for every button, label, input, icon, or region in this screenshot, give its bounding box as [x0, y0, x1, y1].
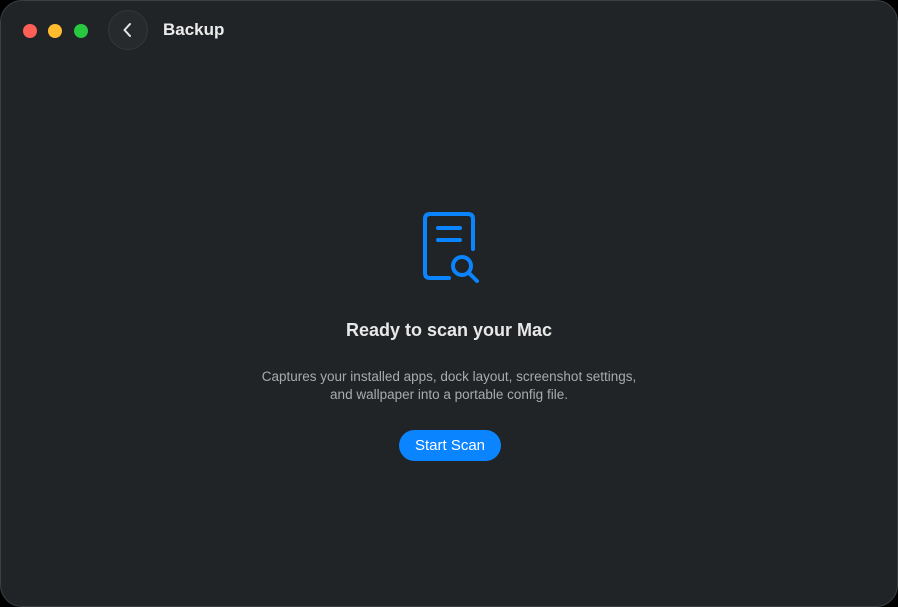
- description-line-1: Captures your installed apps, dock layou…: [261, 369, 637, 384]
- app-window: Backup Ready to scan your Mac Captures y…: [0, 0, 898, 607]
- empty-state-description: Captures your installed apps, dock layou…: [199, 368, 699, 404]
- description-line-2: and wallpaper into a portable config fil…: [330, 387, 568, 402]
- empty-state: Ready to scan your Mac Captures your ins…: [1, 1, 897, 606]
- start-scan-button[interactable]: Start Scan: [399, 430, 501, 461]
- empty-state-headline: Ready to scan your Mac: [345, 320, 553, 340]
- document-search-icon: [423, 212, 479, 283]
